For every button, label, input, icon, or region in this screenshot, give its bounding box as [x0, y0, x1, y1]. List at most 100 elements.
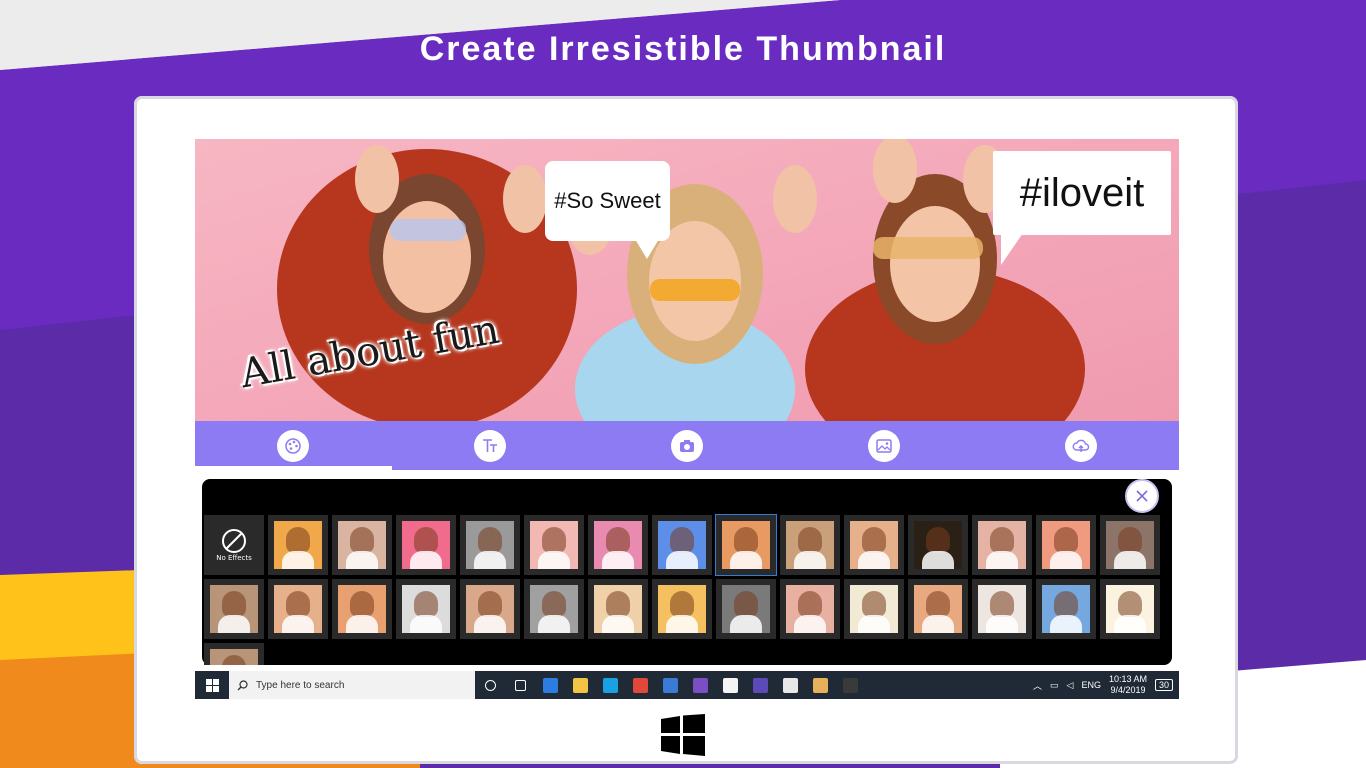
task-view-icon: [484, 679, 496, 691]
effect-thumbnail[interactable]: [524, 579, 584, 639]
effect-thumbnail[interactable]: [972, 515, 1032, 575]
effect-preview-image: [1106, 585, 1154, 633]
effect-preview-image: [1042, 521, 1090, 569]
edge-icon: [542, 677, 558, 693]
effect-preview-image: [466, 521, 514, 569]
effect-preview-image: [914, 521, 962, 569]
chrome-icon: [632, 677, 648, 693]
effect-preview-image: [978, 521, 1026, 569]
text-tool-button[interactable]: [474, 429, 507, 462]
effect-thumbnail[interactable]: [268, 579, 328, 639]
effect-thumbnail[interactable]: [1100, 515, 1160, 575]
speech-bubble-iloveit[interactable]: #iloveit: [993, 151, 1171, 265]
effect-thumbnail[interactable]: [460, 579, 520, 639]
edge-button[interactable]: [535, 671, 565, 699]
effect-thumbnail[interactable]: [908, 515, 968, 575]
vs-code-button[interactable]: [745, 671, 775, 699]
search-placeholder: Type here to search: [256, 679, 345, 691]
start-button[interactable]: [195, 671, 229, 699]
effect-thumbnail[interactable]: [396, 515, 456, 575]
system-tray: ︿ ▭ ◁ ENG 10:13 AM 9/4/2019 30: [1033, 674, 1179, 696]
save-cloud-button[interactable]: [1064, 429, 1097, 462]
effect-preview-image: [786, 585, 834, 633]
effect-preview-image: [402, 585, 450, 633]
effect-thumbnail[interactable]: [588, 579, 648, 639]
effect-thumbnail[interactable]: [780, 579, 840, 639]
skype-button[interactable]: [595, 671, 625, 699]
effect-thumbnail[interactable]: [460, 515, 520, 575]
effect-thumbnail[interactable]: [1036, 579, 1096, 639]
effect-preview-image: [402, 521, 450, 569]
effect-thumbnail[interactable]: [1100, 579, 1160, 639]
effect-preview-image: [850, 585, 898, 633]
palette-icon: [285, 437, 302, 454]
thumbnail-maker-button[interactable]: [835, 671, 865, 699]
camera-tool-button[interactable]: [670, 429, 703, 462]
effect-thumbnail[interactable]: [715, 514, 777, 576]
clock[interactable]: 10:13 AM 9/4/2019: [1109, 674, 1147, 696]
notifications-icon[interactable]: 30: [1154, 679, 1173, 691]
search-icon: [237, 679, 248, 690]
file-explorer-button[interactable]: [565, 671, 595, 699]
task-view-button[interactable]: [475, 671, 505, 699]
effect-thumbnail[interactable]: [780, 515, 840, 575]
effect-thumbnail[interactable]: [716, 579, 776, 639]
effect-preview-image: [530, 585, 578, 633]
close-effects-button[interactable]: [1125, 479, 1159, 513]
effect-thumbnail[interactable]: [1036, 515, 1096, 575]
camera-icon: [679, 439, 694, 452]
mail-button[interactable]: [715, 671, 745, 699]
volume-icon[interactable]: ◁: [1067, 680, 1074, 691]
thumbnail-canvas[interactable]: All about fun #So Sweet #iloveit: [195, 139, 1179, 421]
chevron-up-icon[interactable]: ︿: [1033, 679, 1042, 692]
thumbnail-maker-icon: [842, 677, 858, 693]
effect-thumbnail[interactable]: [588, 515, 648, 575]
effect-preview-image: [338, 585, 386, 633]
effect-preview-image: [978, 585, 1026, 633]
visual-studio-icon: [692, 677, 708, 693]
effect-preview-image: [210, 649, 258, 665]
skype-icon: [602, 677, 618, 693]
effect-thumbnail[interactable]: [204, 579, 264, 639]
effect-thumbnail[interactable]: [908, 579, 968, 639]
paint-button[interactable]: [805, 671, 835, 699]
windows-start-icon: [205, 678, 219, 692]
effect-thumbnail[interactable]: [972, 579, 1032, 639]
photos-button[interactable]: [775, 671, 805, 699]
effect-thumbnail[interactable]: [844, 515, 904, 575]
effects-tool-button[interactable]: [277, 429, 310, 462]
timeline-button[interactable]: [505, 671, 535, 699]
effect-preview-image: [466, 585, 514, 633]
effect-preview-image: [274, 521, 322, 569]
no-effects-button[interactable]: No Effects: [204, 515, 264, 575]
effect-thumbnail[interactable]: [396, 579, 456, 639]
language-indicator[interactable]: ENG: [1081, 680, 1101, 690]
no-effects-label: No Effects: [216, 554, 252, 562]
mail-icon: [722, 677, 738, 693]
network-icon[interactable]: ▭: [1050, 680, 1059, 691]
effect-thumbnail[interactable]: [332, 579, 392, 639]
effect-thumbnail[interactable]: [524, 515, 584, 575]
image-tool-button[interactable]: [867, 429, 900, 462]
clock-date: 9/4/2019: [1110, 685, 1146, 695]
effect-preview-image: [722, 585, 770, 633]
visual-studio-button[interactable]: [685, 671, 715, 699]
store-icon: [662, 677, 678, 693]
chrome-button[interactable]: [625, 671, 655, 699]
paint-icon: [812, 677, 828, 693]
effect-preview-image: [850, 521, 898, 569]
effect-thumbnail[interactable]: [652, 515, 712, 575]
effect-preview-image: [594, 521, 642, 569]
effect-thumbnail[interactable]: [844, 579, 904, 639]
effect-preview-image: [530, 521, 578, 569]
effect-thumbnail[interactable]: [204, 643, 264, 665]
effect-thumbnail[interactable]: [332, 515, 392, 575]
store-button[interactable]: [655, 671, 685, 699]
no-effects-icon: [222, 529, 246, 553]
windows-logo-icon: [661, 714, 705, 756]
effect-thumbnail[interactable]: [268, 515, 328, 575]
speech-bubble-sweet[interactable]: #So Sweet: [545, 161, 670, 259]
effect-thumbnail[interactable]: [652, 579, 712, 639]
app-screen: All about fun #So Sweet #iloveit No Effe…: [195, 139, 1179, 699]
taskbar-search[interactable]: Type here to search: [229, 671, 475, 699]
